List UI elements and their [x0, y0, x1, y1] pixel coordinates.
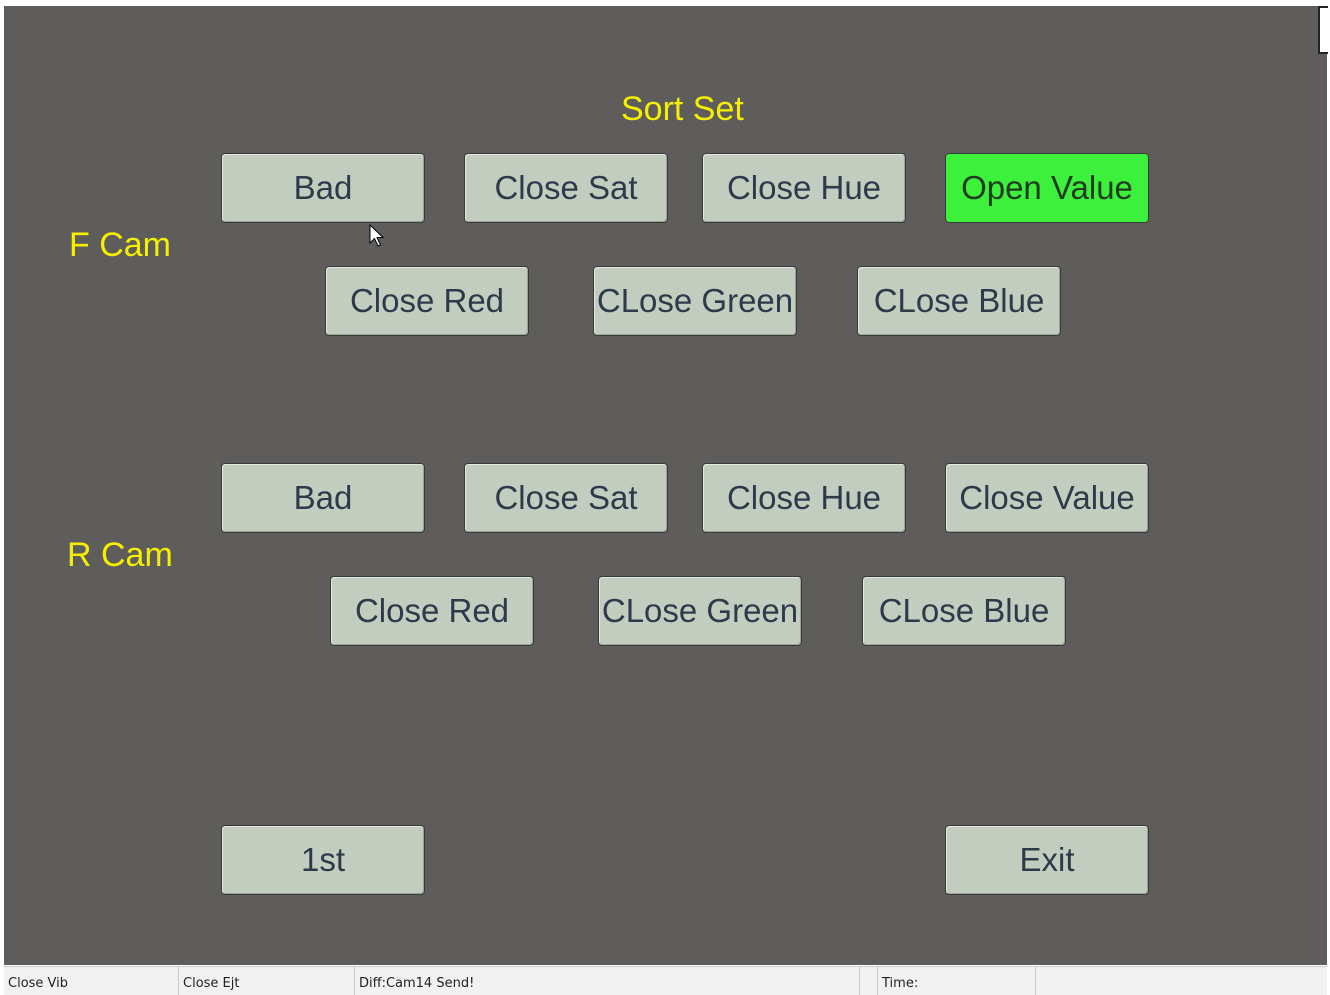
r-cam-close-hue-button[interactable]: Close Hue — [702, 463, 906, 533]
page-title: Sort Set — [621, 90, 744, 128]
f-cam-bad-button[interactable]: Bad — [221, 153, 425, 223]
exit-button[interactable]: Exit — [945, 825, 1149, 895]
status-time: Time: — [878, 967, 1036, 995]
sort-set-panel: Sort Set F Cam Bad Close Sat Close Hue O… — [4, 6, 1327, 965]
r-cam-close-blue-button[interactable]: CLose Blue — [862, 576, 1066, 646]
status-close-ejt: Close Ejt — [179, 967, 355, 995]
first-button[interactable]: 1st — [221, 825, 425, 895]
window-corner-edge — [1318, 6, 1328, 54]
f-cam-open-value-button[interactable]: Open Value — [945, 153, 1149, 223]
f-cam-close-blue-button[interactable]: CLose Blue — [857, 266, 1061, 336]
status-time-value — [1036, 967, 1327, 995]
status-bar: Close Vib Close Ejt Diff:Cam14 Send! Tim… — [4, 966, 1327, 995]
f-cam-close-green-button[interactable]: CLose Green — [593, 266, 797, 336]
r-cam-bad-button[interactable]: Bad — [221, 463, 425, 533]
f-cam-close-hue-button[interactable]: Close Hue — [702, 153, 906, 223]
r-cam-close-green-button[interactable]: CLose Green — [598, 576, 802, 646]
r-cam-close-value-button[interactable]: Close Value — [945, 463, 1149, 533]
r-cam-close-red-button[interactable]: Close Red — [330, 576, 534, 646]
status-diff-send: Diff:Cam14 Send! — [355, 967, 860, 995]
r-cam-close-sat-button[interactable]: Close Sat — [464, 463, 668, 533]
status-close-vib: Close Vib — [4, 967, 179, 995]
f-cam-close-red-button[interactable]: Close Red — [325, 266, 529, 336]
f-cam-label: F Cam — [69, 226, 171, 264]
mouse-pointer-icon — [369, 224, 385, 247]
status-empty — [860, 967, 878, 995]
f-cam-close-sat-button[interactable]: Close Sat — [464, 153, 668, 223]
r-cam-label: R Cam — [67, 536, 173, 574]
